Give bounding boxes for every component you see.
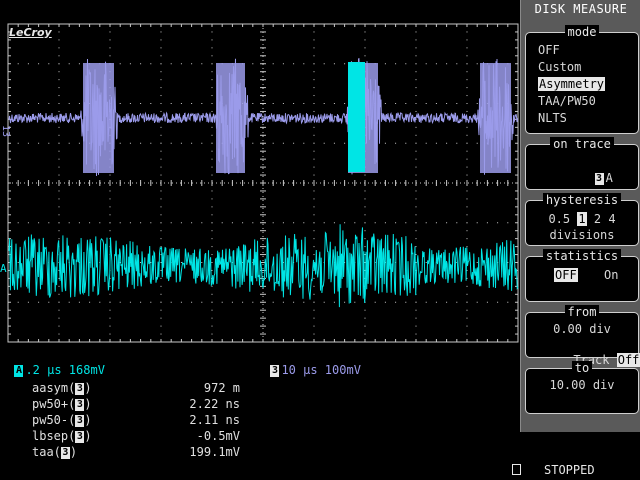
measurement-value: 972 m [203,381,240,395]
to-title: to [571,361,593,375]
brand-logo: LeCroy [9,26,52,39]
measurement-label: taa(3) [32,444,77,460]
statistics-off[interactable]: OFF [554,268,578,282]
channel-a-scale: .2 µs 168mV [25,363,105,377]
on-trace-letter: A [605,171,613,185]
measurement-value: -0.5mV [196,429,240,443]
measurement-value: 2.22 ns [189,397,240,411]
measurement-close: ) [84,413,92,427]
statistics-on[interactable]: On [604,268,618,282]
hysteresis-option[interactable]: 2 [594,212,601,226]
hysteresis-option[interactable]: 0.5 [548,212,570,226]
hysteresis-option[interactable]: 4 [608,212,615,226]
trace-a-marker: A [0,262,7,275]
channel-a-info: A .2 µs 168mV [0,349,105,377]
mode-option-label: Custom [538,60,582,74]
mode-option[interactable]: NLTS [538,111,567,125]
mode-option[interactable]: Asymmetry [538,77,606,91]
measurement-name: pw50+( [32,397,76,411]
mode-option-label: NLTS [538,111,567,125]
trace-3-marker: 13 [0,124,12,138]
measurement-channel-badge: 3 [75,382,85,395]
measurement-value: 2.11 ns [189,413,240,427]
measurement-name: aasym( [32,381,76,395]
trace-3-waveform [8,58,518,177]
measurement-label: aasym(3) [32,380,92,396]
channel-3-info: 3 10 µs 100mV [256,349,361,377]
hysteresis-title: hysteresis [542,193,622,207]
measurement-name: taa( [32,445,61,459]
hysteresis-group[interactable]: hysteresis 0.5 1 2 4 divisions [525,193,639,246]
to-value: 10.00 div [549,378,615,392]
to-group[interactable]: to 10.00 div [525,361,639,414]
measurement-name: pw50-( [32,413,76,427]
measurement-label: lbsep(3) [32,428,92,444]
from-group[interactable]: from 0.00 div Track Off On [525,305,640,367]
acquisition-status: STOPPED [544,463,595,477]
channel-3-scale: 10 µs 100mV [281,363,361,377]
on-trace-group[interactable]: on trace 3A [525,137,639,190]
measurement-channel-badge: 3 [75,430,85,443]
hysteresis-options: 0.5 1 2 4 [526,212,638,226]
hysteresis-option[interactable]: 1 [577,212,587,226]
measurement-close: ) [69,445,78,459]
measurement-value: 199.1mV [189,445,240,459]
mode-option[interactable]: Custom [538,60,581,74]
measurement-name: lbsep( [32,429,76,443]
from-value: 0.00 div [553,322,611,336]
measurement-channel-badge: 3 [60,446,70,459]
mode-option-label: Asymmetry [538,77,606,91]
measurement-channel-badge: 3 [75,414,85,427]
mode-option[interactable]: TAA/PW50 [538,94,596,108]
measurement-label: pw50-(3) [32,412,92,428]
measurement-row: taa(3) 199.1mV [0,444,640,460]
statistics-title: statistics [542,249,622,263]
disk-measure-menu: DISK MEASURE mode OFF Custom Asymmetry TAA/… [520,0,640,432]
measurement-close: ) [84,397,92,411]
measurement-channel-badge: 3 [75,398,85,411]
channel-3-badge: 3 [270,364,280,377]
mode-title: mode [564,25,600,39]
measurement-close: ) [84,381,92,395]
hysteresis-unit: divisions [549,228,615,242]
scope-display [7,23,519,343]
channel-a-badge: A [14,364,24,377]
mode-group[interactable]: mode OFF Custom Asymmetry TAA/PW50 NLTS [525,25,639,134]
menu-title: DISK MEASURE [534,2,628,16]
measurement-label: pw50+(3) [32,396,92,412]
measurement-close: ) [84,429,92,443]
on-trace-title: on trace [550,137,614,151]
from-title: from [564,305,600,319]
mode-option-label: OFF [538,43,560,57]
mode-option[interactable]: OFF [538,43,560,57]
stopped-indicator-icon [512,464,521,475]
mode-option-label: TAA/PW50 [538,94,596,108]
on-trace-badge: 3 [594,172,604,185]
statistics-group[interactable]: statistics OFF On [525,249,639,302]
